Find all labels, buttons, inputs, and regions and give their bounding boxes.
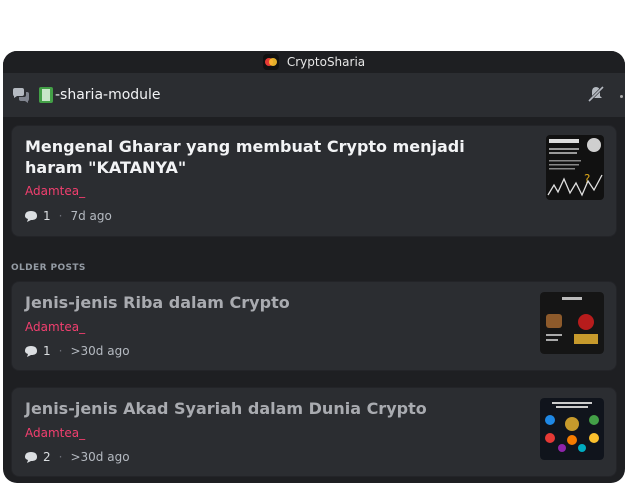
chat-bubble-icon	[25, 345, 37, 357]
mute-icon[interactable]	[587, 85, 605, 103]
post-time: >30d ago	[70, 450, 130, 464]
post-meta: 2 · >30d ago	[25, 450, 130, 464]
post-time: 7d ago	[70, 209, 112, 223]
post-author[interactable]: Adamtea_	[25, 320, 85, 334]
chat-bubble-icon	[25, 451, 37, 463]
reply-count: 1	[43, 344, 51, 358]
reply-count: 1	[43, 209, 51, 223]
post-card[interactable]: Jenis-jenis Riba dalam Crypto Adamtea_ 1…	[11, 281, 617, 371]
channel-name[interactable]: -sharia-module	[55, 87, 161, 103]
forum-icon	[13, 88, 29, 103]
post-title: Jenis-jenis Akad Syariah dalam Dunia Cry…	[25, 399, 427, 418]
post-card[interactable]: Mengenal Gharar yang membuat Crypto menj…	[11, 125, 617, 237]
post-thumbnail	[540, 398, 604, 460]
post-meta: 1 · >30d ago	[25, 344, 130, 358]
window-title: CryptoSharia	[286, 55, 366, 69]
post-title: Mengenal Gharar yang membuat Crypto menj…	[25, 137, 465, 177]
section-label-older-posts: OLDER POSTS	[11, 263, 86, 273]
post-author[interactable]: Adamtea_	[25, 426, 85, 440]
book-emoji-icon	[39, 87, 53, 103]
post-meta: 1 · 7d ago	[25, 209, 112, 223]
post-title: Jenis-jenis Riba dalam Crypto	[25, 293, 290, 312]
post-time: >30d ago	[70, 344, 130, 358]
post-author[interactable]: Adamtea_	[25, 184, 85, 198]
app-logo-icon	[262, 54, 279, 70]
chat-bubble-icon	[25, 210, 37, 222]
post-thumbnail: ?	[546, 135, 604, 200]
post-list: Mengenal Gharar yang membuat Crypto menj…	[3, 117, 625, 477]
overflow-indicator	[620, 95, 623, 98]
title-bar: CryptoSharia	[3, 51, 625, 73]
channel-header: -sharia-module	[3, 73, 625, 117]
post-card[interactable]: Jenis-jenis Akad Syariah dalam Dunia Cry…	[11, 387, 617, 477]
reply-count: 2	[43, 450, 51, 464]
app-window: CryptoSharia -sharia-module Mengenal Gha…	[3, 51, 625, 483]
post-thumbnail	[540, 292, 604, 354]
